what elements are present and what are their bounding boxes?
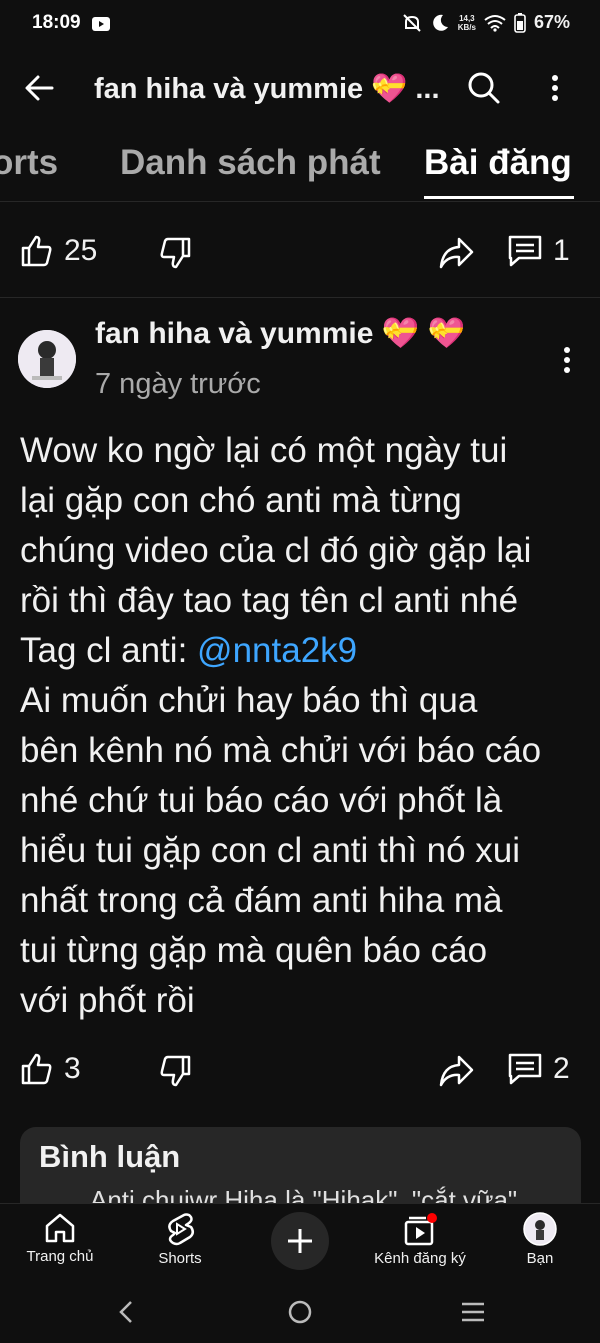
post-text-line: Ai muốn chửi hay báo thì qua xyxy=(20,681,478,720)
nav-home[interactable]: Trang chủ xyxy=(0,1212,120,1265)
comment-icon xyxy=(508,1053,542,1085)
shorts-icon xyxy=(168,1213,194,1246)
post-text-line: tui từng gặp mà quên báo cáo xyxy=(20,931,488,970)
thumb-up-icon xyxy=(21,235,52,267)
nav-subscriptions-label: Kênh đăng ký xyxy=(374,1250,466,1267)
nav-shorts[interactable]: Shorts xyxy=(120,1212,240,1267)
tab-posts[interactable]: Bài đăng xyxy=(424,143,572,183)
share-icon xyxy=(439,237,474,269)
do-not-disturb-moon-icon xyxy=(432,14,448,31)
post-text-line: nhé chứ tui báo cáo với phốt là xyxy=(20,781,503,820)
comment-icon xyxy=(508,235,542,267)
thumb-up-icon xyxy=(21,1053,52,1085)
back-arrow-icon xyxy=(25,75,54,101)
dislike-button[interactable] xyxy=(158,1054,192,1088)
system-home-icon[interactable] xyxy=(287,1299,313,1325)
battery-icon xyxy=(514,12,526,33)
profile-avatar-icon xyxy=(523,1212,557,1246)
selected-tab-indicator xyxy=(424,196,574,199)
post-text-line: nhất trong cả đám anti hiha mà xyxy=(20,881,503,920)
prev-post-actions: 25 1 xyxy=(0,228,600,288)
search-icon xyxy=(468,72,500,104)
thumb-down-icon xyxy=(160,1055,191,1087)
more-vert-icon xyxy=(564,347,570,373)
system-menu-icon[interactable] xyxy=(460,1300,486,1324)
channel-tabs: orts Danh sách phát Bài đăng xyxy=(0,135,600,202)
post-text-line: chúng video của cl đó giờ gặp lại xyxy=(20,531,532,570)
subscriptions-icon xyxy=(404,1213,437,1246)
dislike-button[interactable] xyxy=(158,236,192,270)
post-more-button[interactable] xyxy=(560,342,586,378)
comment-count: 2 xyxy=(553,1052,570,1085)
comment-count: 1 xyxy=(553,234,570,267)
network-speed: 14,3 KB/s xyxy=(458,14,476,32)
like-count: 3 xyxy=(64,1052,81,1085)
post-author[interactable]: fan hiha và yummie 💝 💝 xyxy=(95,316,465,351)
nav-shorts-label: Shorts xyxy=(158,1250,202,1267)
comments-button[interactable]: 1 xyxy=(507,234,570,268)
avatar-image xyxy=(18,330,76,388)
post-text-line: bên kênh nó mà chửi với báo cáo xyxy=(20,731,542,770)
wifi-icon xyxy=(484,14,506,32)
comments-button[interactable]: 2 xyxy=(507,1052,570,1086)
like-count: 25 xyxy=(64,234,98,267)
post-text-line: lại gặp con chó anti mà từng xyxy=(20,481,462,520)
post-time: 7 ngày trước xyxy=(95,368,261,400)
nav-home-label: Trang chủ xyxy=(26,1248,94,1265)
post-text-line: với phốt rồi xyxy=(20,981,195,1020)
tag-label: Tag cl anti: xyxy=(20,631,198,670)
youtube-notification-icon xyxy=(92,17,110,31)
more-vert-icon xyxy=(552,75,558,101)
battery-percent: 67% xyxy=(533,12,570,32)
avatar[interactable] xyxy=(18,330,76,388)
nav-subscriptions[interactable]: Kênh đăng ký xyxy=(360,1212,480,1267)
post-text-line: rồi thì đây tao tag tên cl anti nhé xyxy=(20,581,519,620)
tab-playlists[interactable]: Danh sách phát xyxy=(120,143,381,183)
share-button[interactable] xyxy=(438,1054,474,1088)
network-speed-value: 14,3 xyxy=(459,13,475,23)
tab-shorts[interactable]: orts xyxy=(0,143,58,183)
nav-you[interactable]: Bạn xyxy=(480,1212,600,1267)
post-text-line: hiểu tui gặp con cl anti thì nó xui xyxy=(20,831,521,870)
create-button[interactable] xyxy=(271,1212,329,1270)
status-bar: 18:09 14,3 KB/s 67% xyxy=(0,0,600,50)
system-navigation-bar xyxy=(0,1283,600,1343)
status-icons: 14,3 KB/s 67% xyxy=(402,12,570,33)
post-actions: 3 2 xyxy=(0,1046,600,1106)
status-time: 18:09 xyxy=(32,12,81,33)
notification-dot xyxy=(427,1213,437,1223)
post-text-line: Tag cl anti: @nnta2k9 xyxy=(20,626,585,676)
post-text-line: Wow ko ngờ lại có một ngày tui xyxy=(20,431,508,470)
nav-you-label: Bạn xyxy=(526,1250,554,1267)
network-speed-unit: KB/s xyxy=(457,22,476,32)
back-button[interactable] xyxy=(22,70,66,110)
add-icon xyxy=(288,1229,312,1253)
mention-link[interactable]: @nnta2k9 xyxy=(197,631,357,670)
like-button[interactable]: 25 xyxy=(20,234,97,268)
share-icon xyxy=(439,1055,474,1087)
comments-title: Bình luận xyxy=(39,1139,181,1174)
system-back-icon[interactable] xyxy=(115,1299,139,1325)
share-button[interactable] xyxy=(438,236,474,270)
like-button[interactable]: 3 xyxy=(20,1052,81,1086)
channel-title: fan hiha và yummie 💝 ... xyxy=(94,73,440,105)
more-options-button[interactable] xyxy=(548,70,578,110)
post-body: Wow ko ngờ lại có một ngày tui lại gặp c… xyxy=(20,426,585,1026)
home-icon xyxy=(45,1213,75,1243)
search-button[interactable] xyxy=(466,70,510,110)
post-divider xyxy=(0,297,600,298)
thumb-down-icon xyxy=(160,237,191,269)
mute-icon xyxy=(403,13,421,32)
